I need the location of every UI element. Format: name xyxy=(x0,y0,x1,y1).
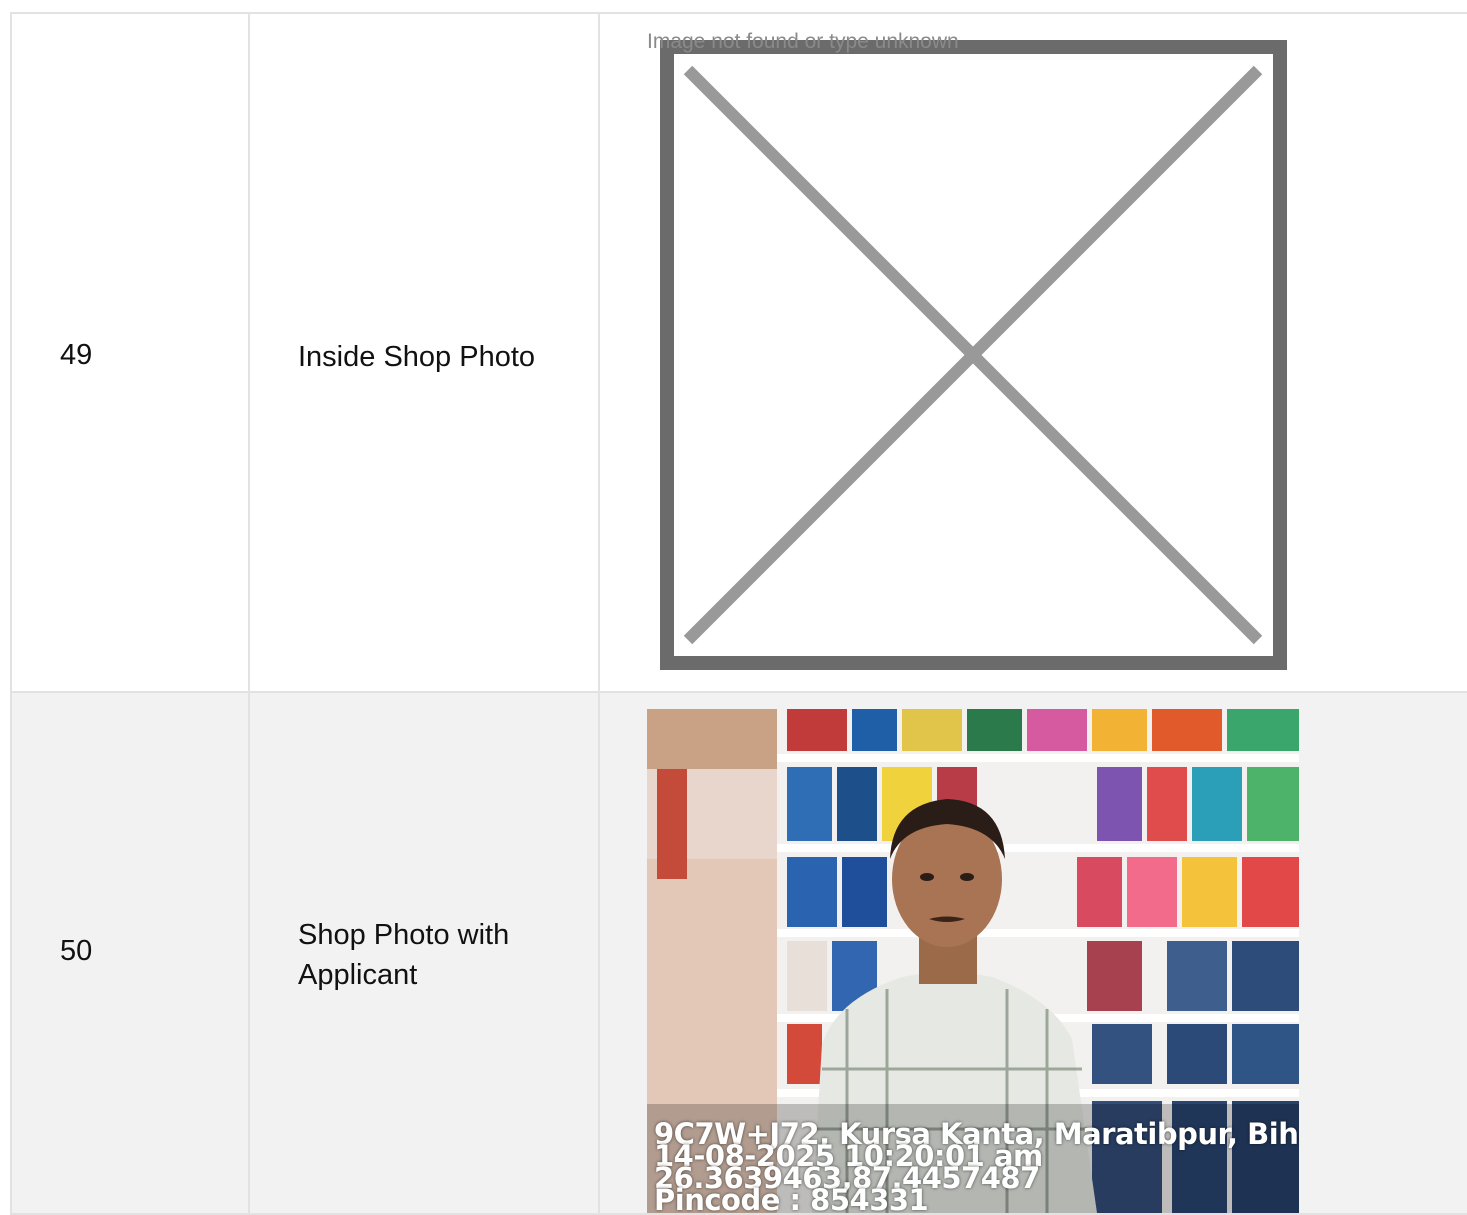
shop-photo-with-applicant: 9C7W+J72, Kursa Kanta, Maratibpur, Bihar… xyxy=(647,709,1299,1213)
table-row: 50 Shop Photo with Applicant 9C7W+J72, K… xyxy=(12,693,1467,1215)
row-number: 49 xyxy=(60,339,93,371)
broken-image-alt-text: Image not found or type unknown xyxy=(647,30,959,53)
row-image-cell: Image not found or type unknown xyxy=(600,14,1467,691)
row-number-cell: 49 xyxy=(12,14,250,691)
row-image-cell: 9C7W+J72, Kursa Kanta, Maratibpur, Bihar… xyxy=(600,693,1467,1213)
row-label: Inside Shop Photo xyxy=(298,341,536,373)
row-label-cell: Shop Photo with Applicant xyxy=(250,693,600,1213)
table-row: 49 Inside Shop Photo Image not found or … xyxy=(12,14,1467,693)
photo-geotag-stamp: 9C7W+J72, Kursa Kanta, Maratibpur, Bihar… xyxy=(654,1120,1299,1214)
data-table: 49 Inside Shop Photo Image not found or … xyxy=(10,12,1467,1215)
row-label-cell: Inside Shop Photo xyxy=(250,14,600,691)
row-number-cell: 50 xyxy=(12,693,250,1213)
row-number: 50 xyxy=(60,935,93,967)
row-label: Shop Photo with Applicant xyxy=(298,919,510,991)
broken-image-icon xyxy=(660,40,1287,670)
